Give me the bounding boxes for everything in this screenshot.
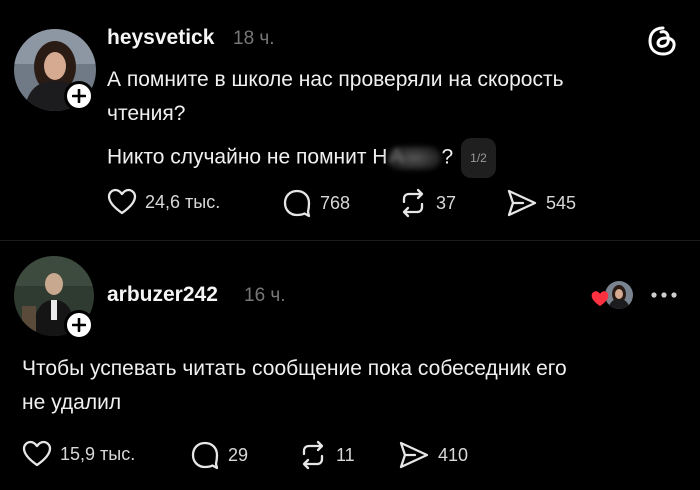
post-text-line: Чтобы успевать читать сообщение пока соб… [22, 357, 567, 380]
post-time: 18 ч. [233, 28, 275, 49]
heart-icon [107, 188, 137, 215]
repost-count: 37 [436, 192, 457, 213]
repost-button[interactable]: 37 [398, 188, 456, 218]
divider [0, 240, 700, 241]
post-text-line: Никто случайно не помнит Н А? 1/2 [107, 138, 496, 178]
post-text-line: чтения? [107, 102, 186, 125]
heart-filled-icon [591, 291, 609, 307]
post-text-line: А помните в школе нас проверяли на скоро… [107, 68, 564, 91]
page-indicator: 1/2 [461, 138, 496, 178]
more-dots-icon[interactable] [650, 285, 678, 310]
share-count: 545 [546, 192, 577, 213]
share-button[interactable]: 410 [398, 440, 468, 470]
blurred-text: А [387, 145, 442, 170]
like-button[interactable]: 24,6 тыс. [107, 188, 220, 216]
comment-button[interactable]: 29 [190, 440, 248, 470]
username[interactable]: heysvetick [107, 26, 214, 50]
repost-count: 11 [336, 444, 355, 465]
like-count: 15,9 тыс. [60, 443, 136, 464]
threads-logo-icon[interactable] [646, 24, 680, 63]
comment-button[interactable]: 768 [282, 188, 350, 218]
repost-icon [302, 440, 324, 470]
send-icon [399, 441, 429, 469]
heart-icon [22, 440, 52, 467]
repost-icon [402, 188, 424, 218]
post-text-line: не удалил [22, 391, 122, 414]
send-icon [507, 189, 537, 217]
repost-button[interactable]: 11 [298, 440, 355, 470]
post-text-fragment: ? [441, 145, 454, 169]
liked-by-author-indicator [590, 281, 634, 311]
comment-count: 768 [320, 192, 351, 213]
comment-bubble-icon [191, 441, 219, 470]
comment-bubble-icon [283, 189, 311, 218]
comment-count: 29 [228, 444, 249, 465]
share-button[interactable]: 545 [506, 188, 576, 218]
post-time: 16 ч. [244, 285, 286, 306]
post-text-fragment: Никто случайно не помнит Н [107, 145, 388, 169]
follow-plus-button[interactable] [64, 310, 94, 340]
follow-plus-button[interactable] [64, 81, 94, 111]
share-count: 410 [438, 444, 469, 465]
like-button[interactable]: 15,9 тыс. [22, 440, 135, 468]
like-count: 24,6 тыс. [145, 191, 221, 212]
username[interactable]: arbuzer242 [107, 283, 218, 307]
